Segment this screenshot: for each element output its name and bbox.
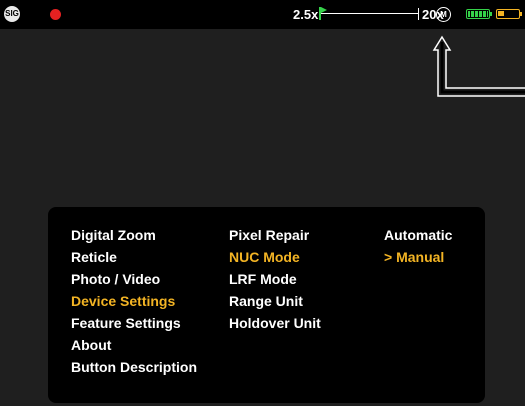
submenu-item-range-unit[interactable]: Range Unit xyxy=(229,290,321,312)
menu-item-digital-zoom[interactable]: Digital Zoom xyxy=(71,224,197,246)
main-menu: Digital Zoom Reticle Photo / Video Device S… xyxy=(71,224,197,378)
manual-mode-icon: M xyxy=(436,7,451,22)
record-indicator-icon xyxy=(50,9,61,20)
battery-low-icon xyxy=(496,9,520,19)
external-battery-terminal xyxy=(520,12,522,16)
menu-item-about[interactable]: About xyxy=(71,334,197,356)
battery-full-icon xyxy=(466,9,490,19)
zoom-track-end-tick xyxy=(418,8,419,20)
menu-item-photo-video[interactable]: Photo / Video xyxy=(71,268,197,290)
menu-item-button-description[interactable]: Button Description xyxy=(71,356,197,378)
zoom-track-line xyxy=(319,13,419,14)
sig-logo: SIG xyxy=(4,6,20,22)
callout-arrow-line xyxy=(432,35,525,97)
menu-item-device-settings[interactable]: Device Settings xyxy=(71,290,197,312)
zoom-min-label: 2.5x xyxy=(293,7,319,22)
option-item-manual[interactable]: > Manual xyxy=(384,246,452,268)
device-settings-submenu: Pixel Repair NUC Mode LRF Mode Range Unit Ho… xyxy=(229,224,321,334)
submenu-item-pixel-repair[interactable]: Pixel Repair xyxy=(229,224,321,246)
settings-menu-panel: Digital Zoom Reticle Photo / Video Device S… xyxy=(48,207,485,403)
zoom-level-bar xyxy=(319,7,419,21)
submenu-item-nuc-mode[interactable]: NUC Mode xyxy=(229,246,321,268)
submenu-item-lrf-mode[interactable]: LRF Mode xyxy=(229,268,321,290)
nuc-mode-options: Automatic > Manual xyxy=(384,224,452,268)
status-bar: SIG 2.5x 20x M xyxy=(0,0,525,29)
submenu-item-holdover-unit[interactable]: Holdover Unit xyxy=(229,312,321,334)
menu-item-feature-settings[interactable]: Feature Settings xyxy=(71,312,197,334)
option-item-automatic[interactable]: Automatic xyxy=(384,224,452,246)
zoom-position-marker xyxy=(319,7,327,20)
battery-terminal xyxy=(490,12,492,16)
callout-arrow-fill xyxy=(440,42,525,94)
menu-item-reticle[interactable]: Reticle xyxy=(71,246,197,268)
